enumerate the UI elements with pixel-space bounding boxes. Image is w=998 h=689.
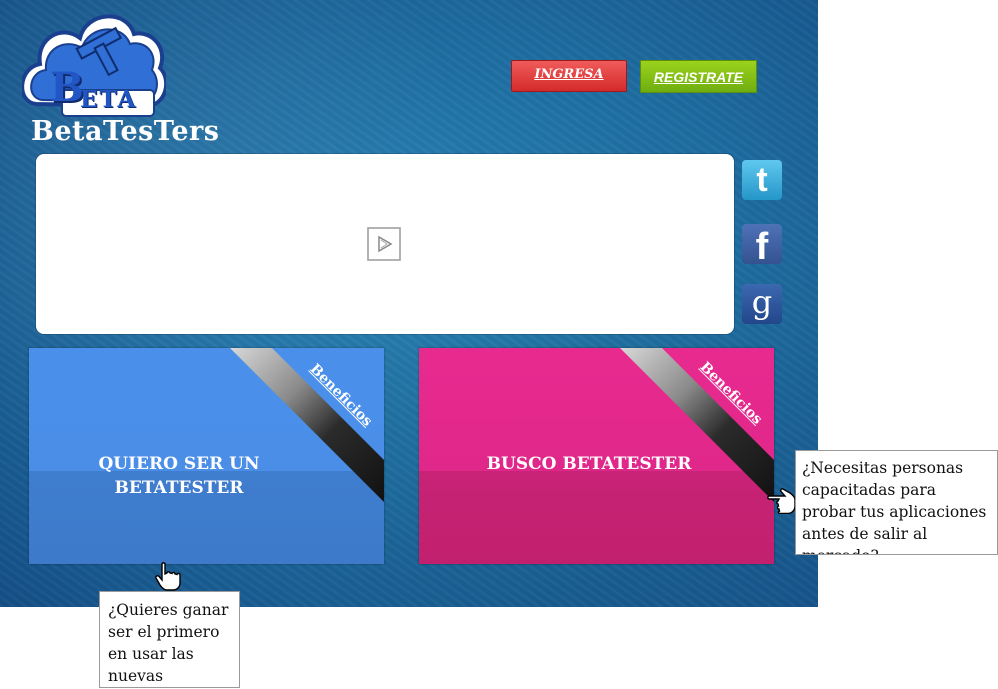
facebook-glyph: f [755,226,769,268]
ribbon-icon [620,348,774,502]
tester-tooltip: ¿Quieres ganar ser el primero en usar la… [99,591,240,688]
tooltip-line: capacitadas para [802,481,937,499]
facebook-icon[interactable]: f [742,224,782,268]
play-icon[interactable] [367,227,401,261]
find-tester-label: BUSCO BETATESTER [486,454,692,474]
tooltip-line: nuevas [108,667,164,685]
tooltip-line: en usar las [108,645,194,663]
twitter-glyph: t [756,161,768,199]
become-tester-label: QUIERO SER UN BETATESTER [79,452,279,500]
logo-letter-b: B [50,64,84,111]
twitter-icon[interactable]: t [742,160,782,200]
tooltip-line: mercado? [802,545,991,554]
become-tester-line1: QUIERO SER UN [98,454,260,474]
tooltip-line: antes de salir al [802,525,928,543]
login-button[interactable]: INGRESA [511,60,627,92]
google-glyph: g [751,283,773,321]
tooltip-line: ser el primero [108,623,220,641]
brand-name: BetaTesTers [31,116,220,147]
become-tester-card[interactable]: Beneficios QUIERO SER UN BETATESTER [29,348,384,564]
hand-cursor-icon [155,562,181,591]
logo[interactable]: B ETA [20,8,169,120]
tooltip-line: ¿Quieres ganar [108,601,229,619]
find-tester-card[interactable]: Beneficios BUSCO BETATESTER [419,348,774,564]
tooltip-line: probar tus aplicaciones [802,503,987,521]
logo-text: ETA [80,86,138,113]
tooltip-line: ¿Necesitas personas [802,459,964,477]
hand-cursor-icon [767,488,796,514]
google-icon[interactable]: g [742,284,782,324]
register-button[interactable]: REGISTRATE [640,60,757,93]
become-tester-line2: BETATESTER [114,478,244,498]
seeker-tooltip: ¿Necesitas personas capacitadas para pro… [795,450,998,555]
